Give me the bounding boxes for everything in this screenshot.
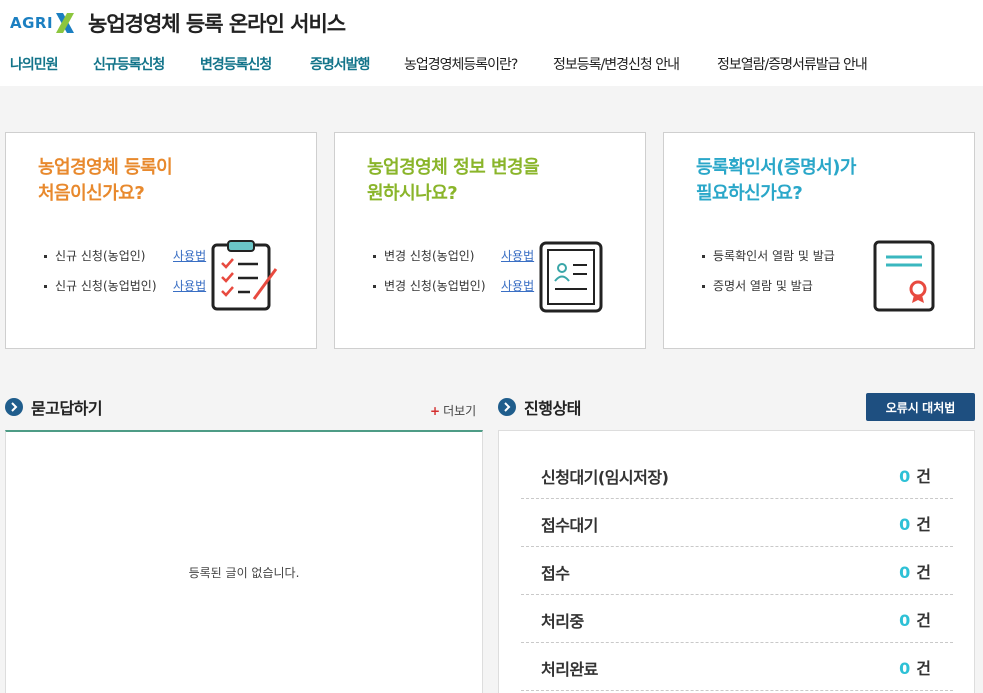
howto-link-farmer[interactable]: 사용법 [501,247,534,264]
howto-link-farmer[interactable]: 사용법 [173,247,206,264]
nav-certificate-issue[interactable]: 증명서발행 [310,54,370,74]
card-title-line2: 필요하신가요? [696,183,803,204]
qa-section-header: 묻고답하기 [5,394,103,420]
plus-icon: + [430,404,441,418]
card-link-list: 신규 신청(농업인) 신규 신청(농업법인) [44,241,157,301]
nav-registration-guide[interactable]: 정보등록/변경신청 안내 [553,54,680,74]
profile-document-icon [539,241,603,317]
status-label: 신청대기(임시저장) [541,468,669,487]
card-link-list: 변경 신청(농업인) 변경 신청(농업법인) [373,241,486,301]
status-count: 0건 [899,463,931,487]
status-row-pending[interactable]: 접수대기 0건 [521,499,953,547]
howto-link-corporation[interactable]: 사용법 [173,277,206,294]
qa-title: 묻고답하기 [31,399,103,418]
card-title: 농업경영체 정보 변경을 원하시나요? [367,155,540,207]
bullet-icon [373,255,376,258]
status-count: 0건 [899,511,931,535]
status-row-processing[interactable]: 처리중 0건 [521,595,953,643]
card-title: 농업경영체 등록이 처음이신가요? [38,155,173,207]
link-certificate-view[interactable]: 증명서 열람 및 발급 [702,271,835,301]
more-label: 더보기 [443,404,477,418]
link-label: 증명서 열람 및 발급 [713,279,813,293]
nav-new-registration[interactable]: 신규등록신청 [93,54,165,74]
bullet-icon [373,285,376,288]
nav-change-registration[interactable]: 변경등록신청 [200,54,272,74]
bullet-icon [44,285,47,288]
agrix-logo[interactable]: AGRI [10,10,76,36]
error-help-button[interactable]: 오류시 대처법 [866,393,975,421]
card-new-registration: 농업경영체 등록이 처음이신가요? 신규 신청(농업인) 신규 신청(농업법인)… [5,132,317,349]
nav-certificate-guide[interactable]: 정보열람/증명서류발급 안내 [717,54,868,74]
card-title-line2: 처음이신가요? [38,183,145,204]
howto-link-corporation[interactable]: 사용법 [501,277,534,294]
count-unit: 건 [916,467,931,486]
clipboard-checklist-icon [210,239,280,317]
site-title: 농업경영체 등록 온라인 서비스 [88,12,346,36]
status-section-header: 진행상태 [498,394,581,420]
status-label: 접수대기 [541,516,598,535]
count-unit: 건 [916,563,931,582]
link-new-corporation[interactable]: 신규 신청(농업법인) [44,271,157,301]
nav-my-requests[interactable]: 나의민원 [10,54,59,74]
card-link-list: 등록확인서 열람 및 발급 증명서 열람 및 발급 [702,241,835,301]
status-title: 진행상태 [524,399,581,418]
card-title-line1: 등록확인서(증명서)가 [696,157,857,178]
card-certificate: 등록확인서(증명서)가 필요하신가요? 등록확인서 열람 및 발급 증명서 열람… [663,132,975,349]
card-title-line2: 원하시나요? [367,183,458,204]
status-row-received[interactable]: 접수 0건 [521,547,953,595]
count-value: 0 [899,659,911,678]
qa-list: 등록된 글이 없습니다. [5,430,483,693]
card-title-line1: 농업경영체 등록이 [38,157,173,178]
link-label: 등록확인서 열람 및 발급 [713,249,835,263]
status-label: 접수 [541,564,570,583]
count-value: 0 [899,515,911,534]
status-row-completed[interactable]: 처리완료 0건 [521,643,953,691]
link-new-farmer[interactable]: 신규 신청(농업인) [44,241,157,271]
card-title: 등록확인서(증명서)가 필요하신가요? [696,155,857,207]
link-label: 신규 신청(농업인) [55,249,146,263]
header: AGRI 농업경영체 등록 온라인 서비스 나의민원 신규등록신청 변경등록신청… [0,0,983,86]
link-change-farmer[interactable]: 변경 신청(농업인) [373,241,486,271]
bullet-icon [44,255,47,258]
more-link[interactable]: + 더보기 [430,402,476,419]
count-value: 0 [899,611,911,630]
qa-empty-message: 등록된 글이 없습니다. [188,566,300,580]
bullet-icon [702,285,705,288]
card-change-registration: 농업경영체 정보 변경을 원하시나요? 변경 신청(농업인) 변경 신청(농업법… [334,132,646,349]
link-label: 신규 신청(농업법인) [55,279,157,293]
link-change-corporation[interactable]: 변경 신청(농업법인) [373,271,486,301]
status-count: 0건 [899,655,931,679]
status-label: 처리완료 [541,660,598,679]
card-title-line1: 농업경영체 정보 변경을 [367,157,540,178]
certificate-icon [872,239,936,317]
bullet-icon [702,255,705,258]
status-count: 0건 [899,607,931,631]
link-label: 변경 신청(농업인) [384,249,475,263]
chevron-right-icon [5,398,23,416]
link-registration-confirmation[interactable]: 등록확인서 열람 및 발급 [702,241,835,271]
status-count: 0건 [899,559,931,583]
status-row-draft[interactable]: 신청대기(임시저장) 0건 [521,451,953,499]
count-value: 0 [899,563,911,582]
status-panel: 신청대기(임시저장) 0건 접수대기 0건 접수 0건 처리중 0건 처리완료 … [498,430,975,693]
status-label: 처리중 [541,612,584,631]
count-unit: 건 [916,611,931,630]
link-label: 변경 신청(농업법인) [384,279,486,293]
chevron-right-icon [498,398,516,416]
nav-about-registration[interactable]: 농업경영체등록이란? [404,54,518,74]
logo-text: AGRI [10,14,54,32]
count-unit: 건 [916,515,931,534]
count-value: 0 [899,467,911,486]
logo-x-mark [54,11,76,35]
count-unit: 건 [916,659,931,678]
